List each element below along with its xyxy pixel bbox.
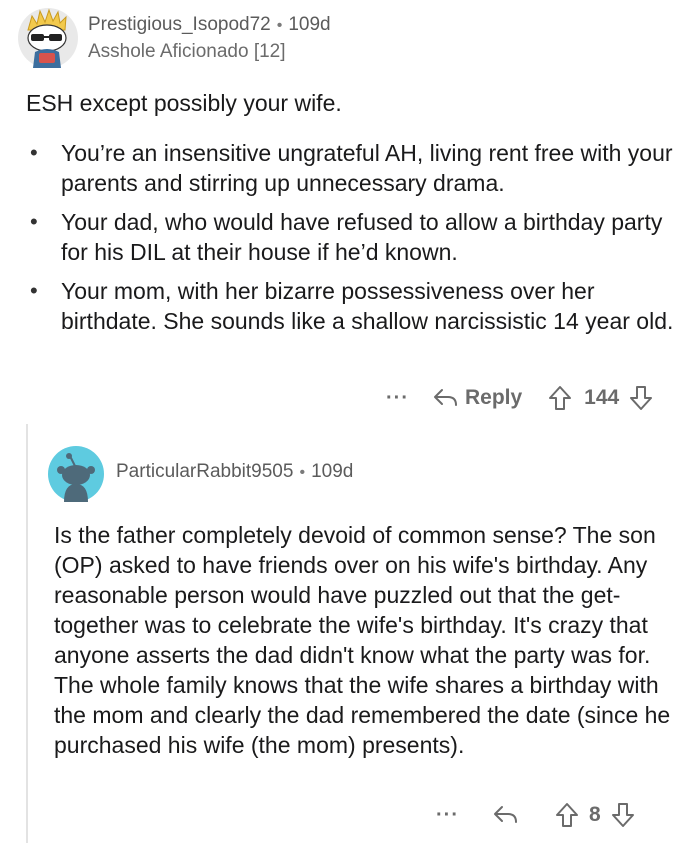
reply-button[interactable]: Reply bbox=[433, 386, 522, 410]
user-avatar-1[interactable] bbox=[18, 8, 78, 68]
reply-icon bbox=[433, 389, 457, 406]
bullet-list: You’re an insensitive ungrateful AH, liv… bbox=[26, 138, 686, 336]
username-link[interactable]: Prestigious_Isopod72 bbox=[88, 14, 271, 35]
upvote-button[interactable] bbox=[555, 802, 579, 828]
upvote-arrow-icon bbox=[549, 386, 572, 410]
comment-age: 109d bbox=[288, 14, 331, 35]
comment-age: 109d bbox=[311, 461, 354, 482]
separator-dot: • bbox=[299, 464, 306, 481]
downvote-button[interactable] bbox=[629, 385, 653, 411]
list-item: Your dad, who would have refused to allo… bbox=[26, 207, 686, 267]
more-options-button[interactable]: ··· bbox=[386, 387, 409, 410]
comment-header-2: ParticularRabbit9505 • 109d bbox=[116, 461, 353, 483]
comment-actions-2: ··· 8 bbox=[436, 799, 635, 831]
list-item: Your mom, with her bizarre possessivenes… bbox=[26, 276, 686, 336]
downvote-button[interactable] bbox=[611, 802, 635, 828]
reply-label: Reply bbox=[464, 386, 523, 409]
user-avatar-2[interactable] bbox=[48, 446, 104, 502]
upvote-button[interactable] bbox=[548, 385, 572, 411]
downvote-arrow-icon bbox=[611, 803, 634, 827]
reply-icon bbox=[493, 806, 517, 823]
username-link[interactable]: ParticularRabbit9505 bbox=[116, 461, 293, 482]
more-options-button[interactable]: ··· bbox=[436, 804, 459, 827]
list-item: You’re an insensitive ungrateful AH, liv… bbox=[26, 138, 686, 198]
default-snoo-avatar-icon bbox=[48, 446, 104, 502]
reply-button[interactable] bbox=[493, 804, 519, 826]
comment-actions-1: ··· Reply 144 bbox=[386, 382, 653, 414]
comment-header-1: Prestigious_Isopod72 • 109d bbox=[88, 14, 331, 36]
snoo-avatar-icon bbox=[18, 8, 78, 68]
downvote-arrow-icon bbox=[630, 386, 653, 410]
upvote-arrow-icon bbox=[555, 803, 578, 827]
user-flair: Asshole Aficionado [12] bbox=[88, 41, 286, 62]
comment-body-1: ESH except possibly your wife. You’re an… bbox=[26, 88, 686, 345]
vote-score: 8 bbox=[588, 803, 601, 826]
thread-collapse-line[interactable] bbox=[26, 424, 28, 843]
comment-intro: ESH except possibly your wife. bbox=[26, 90, 342, 116]
vote-score: 144 bbox=[584, 386, 620, 409]
separator-dot: • bbox=[276, 17, 283, 34]
comment-body-2: Is the father completely devoid of commo… bbox=[54, 522, 671, 758]
